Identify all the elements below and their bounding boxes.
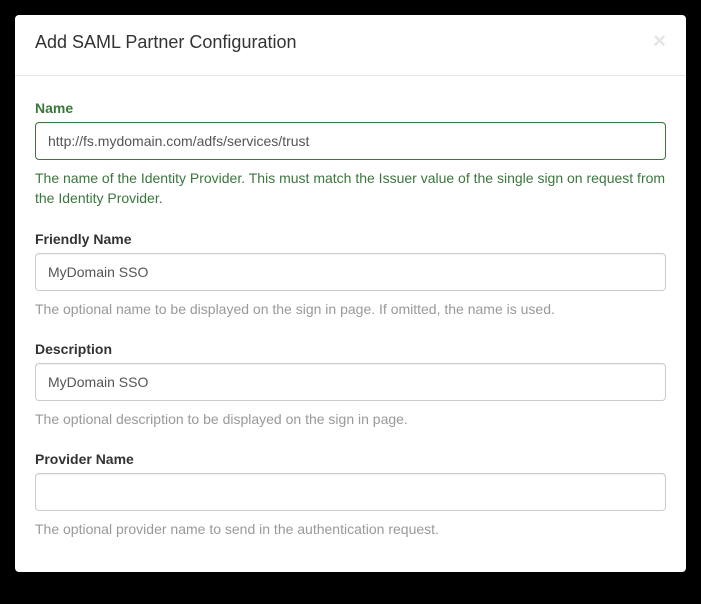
- modal-header: Add SAML Partner Configuration ×: [15, 15, 686, 76]
- close-icon: ×: [653, 28, 666, 53]
- close-button[interactable]: ×: [653, 30, 666, 52]
- modal-title: Add SAML Partner Configuration: [35, 30, 296, 55]
- provider-name-label: Provider Name: [35, 451, 666, 467]
- description-input[interactable]: [35, 363, 666, 401]
- description-help-text: The optional description to be displayed…: [35, 409, 666, 429]
- friendly-name-label: Friendly Name: [35, 231, 666, 247]
- modal-body: Name The name of the Identity Provider. …: [15, 76, 686, 571]
- provider-name-help-text: The optional provider name to send in th…: [35, 519, 666, 539]
- form-group-provider-name: Provider Name The optional provider name…: [35, 451, 666, 539]
- provider-name-input[interactable]: [35, 473, 666, 511]
- form-group-friendly-name: Friendly Name The optional name to be di…: [35, 231, 666, 319]
- friendly-name-help-text: The optional name to be displayed on the…: [35, 299, 666, 319]
- friendly-name-input[interactable]: [35, 253, 666, 291]
- name-label: Name: [35, 100, 666, 116]
- description-label: Description: [35, 341, 666, 357]
- name-input[interactable]: [35, 122, 666, 160]
- form-group-description: Description The optional description to …: [35, 341, 666, 429]
- name-help-text: The name of the Identity Provider. This …: [35, 168, 666, 209]
- modal-dialog: Add SAML Partner Configuration × Name Th…: [15, 15, 686, 572]
- form-group-name: Name The name of the Identity Provider. …: [35, 100, 666, 209]
